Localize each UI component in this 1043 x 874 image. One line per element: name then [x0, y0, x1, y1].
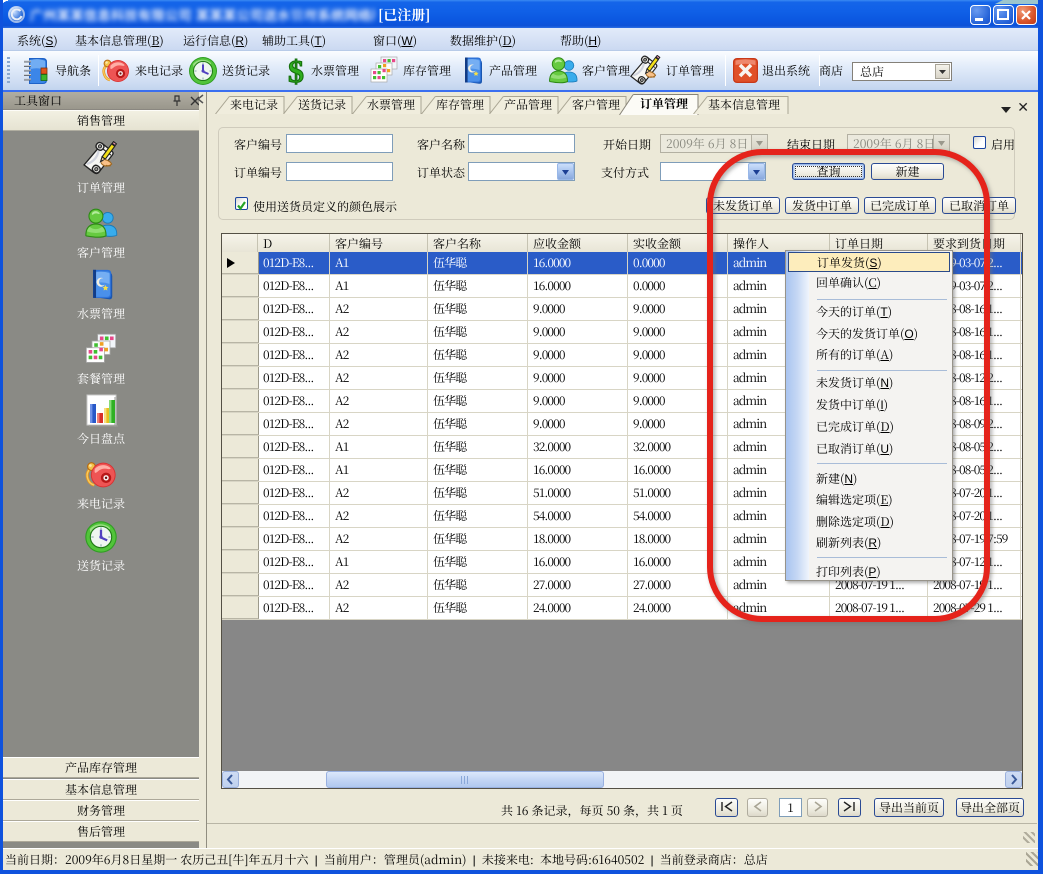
- svg-text:$: $: [288, 55, 304, 87]
